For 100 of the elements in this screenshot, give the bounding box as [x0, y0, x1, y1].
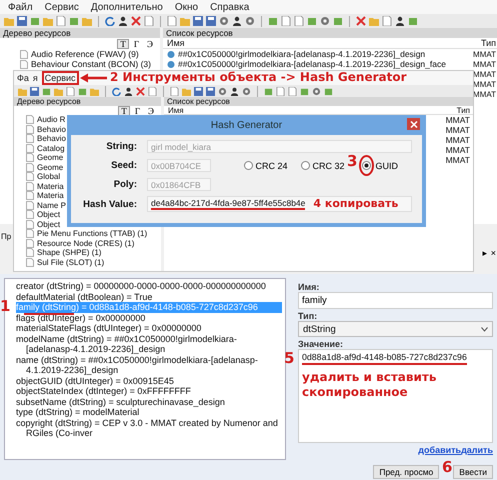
- tree-item[interactable]: Behaviour Constant (BCON) (3): [31, 59, 151, 69]
- field-label: Имя:: [298, 282, 320, 292]
- property-item[interactable]: objectStateIndex (dtInteger) = 0xFFFFFFFF: [16, 386, 282, 396]
- view-button[interactable]: Э: [145, 106, 157, 116]
- menu-item[interactable]: Сервис: [44, 73, 76, 83]
- menu-item[interactable]: Файл: [8, 2, 33, 12]
- resource-type: MMAT: [446, 125, 470, 135]
- panel-title: Список ресурсов: [163, 28, 497, 38]
- document-icon[interactable]: [144, 16, 154, 26]
- tree-item[interactable]: Behavio: [37, 134, 66, 144]
- value-field[interactable]: 0d88a1d8-af9d-4148-b085-727c8d237c96 удалить и вставить скопированное: [298, 349, 493, 443]
- document-icon[interactable]: [167, 16, 177, 26]
- button[interactable]: Ввести: [453, 465, 493, 479]
- person-icon[interactable]: [230, 86, 239, 96]
- tree-item[interactable]: Sul File (SLOT) (1): [37, 258, 104, 267]
- panel-button[interactable]: ▸: [482, 248, 488, 258]
- view-button[interactable]: Г: [132, 106, 144, 116]
- property-item[interactable]: copyright (dtString) = CEP v 3.0 - MMAT created by Numenor and RGiles (Co-inver: [16, 418, 282, 438]
- tree-item[interactable]: Audio R: [37, 115, 66, 124]
- box-icon[interactable]: [268, 16, 278, 26]
- tree-item[interactable]: Resource Node (CRES) (1): [37, 238, 134, 248]
- dialog-title: Hash Generator: [210, 120, 282, 130]
- button[interactable]: Пред. просмо: [373, 465, 440, 479]
- annotation-text: 2 Инструменты объекта -> Hash Generator: [110, 70, 407, 84]
- property-item[interactable]: type (dtString) = modelMaterial: [16, 407, 282, 418]
- box-icon[interactable]: [324, 86, 333, 96]
- view-button[interactable]: Г: [130, 38, 142, 48]
- property-item[interactable]: materialStateFlags (dtUInteger) = 0x00000000: [16, 323, 282, 334]
- close-button[interactable]: [407, 118, 420, 130]
- panel-title: Дерево ресурсов: [14, 97, 161, 106]
- tree-item[interactable]: Geome: [37, 153, 64, 162]
- box-icon[interactable]: [307, 16, 317, 26]
- cross-icon[interactable]: [136, 86, 145, 96]
- link[interactable]: далить: [461, 445, 493, 455]
- resource-type: MMAT: [446, 145, 470, 155]
- cross-icon[interactable]: [356, 16, 366, 26]
- radio-button[interactable]: GUID: [358, 155, 398, 176]
- property-item[interactable]: defaultMaterial (dtBoolean) = True: [16, 292, 282, 302]
- box-icon[interactable]: [30, 16, 40, 26]
- menu-item[interactable]: я: [32, 73, 38, 83]
- property-item[interactable]: flags (dtUInteger) = 0x00000000: [16, 312, 282, 323]
- step-number: 6: [442, 459, 452, 475]
- resource-name[interactable]: ##0x1C050000!girlmodelkiara-[adelanasp-4.1.2019-2236]_design: [178, 49, 426, 59]
- property-item[interactable]: objectGUID (dtUInteger) = 0x00915E45: [16, 376, 282, 386]
- tree-item[interactable]: Materia: [37, 182, 64, 191]
- menu-item[interactable]: Фа: [17, 73, 29, 83]
- property-item[interactable]: subsetName (dtString) = sculpturechinavase_design: [16, 396, 282, 407]
- close-icon: [410, 120, 418, 128]
- tree-item[interactable]: Shape (SHPE) (1): [37, 248, 102, 258]
- menu-item[interactable]: Сервис: [44, 2, 79, 12]
- menu-item[interactable]: Дополнительно: [90, 2, 163, 12]
- panel-title: Список ресурсов: [164, 97, 473, 106]
- annotation-text: 4 копировать: [313, 198, 398, 210]
- column-header[interactable]: Тип: [480, 38, 496, 48]
- resource-name[interactable]: ##0x1C050000!girlmodelkiara-[adelanasp-4.1.2019-2236]_design_face: [178, 59, 446, 69]
- tree-item[interactable]: Catalog: [37, 144, 65, 153]
- menu-item[interactable]: Справка: [210, 2, 250, 12]
- column-header[interactable]: Тип: [456, 106, 470, 114]
- menu-item[interactable]: Окно: [174, 2, 198, 12]
- step-number: 3: [347, 153, 358, 169]
- tree-item[interactable]: Behavio: [37, 124, 66, 134]
- tree-item[interactable]: Materia: [37, 191, 64, 200]
- person-icon[interactable]: [395, 16, 405, 26]
- column-header[interactable]: Имя: [167, 38, 185, 48]
- person-icon[interactable]: [118, 16, 128, 26]
- tree-item[interactable]: Object: [37, 220, 60, 229]
- box-icon[interactable]: [300, 86, 309, 96]
- caret-icon: [481, 326, 488, 332]
- radio-button[interactable]: CRC 32: [301, 155, 344, 176]
- cross-icon[interactable]: [131, 16, 141, 26]
- view-button[interactable]: Э: [144, 38, 156, 48]
- type-dropdown[interactable]: dtString: [298, 321, 493, 337]
- refresh-icon[interactable]: [112, 86, 121, 96]
- tree-item[interactable]: Global: [37, 172, 60, 182]
- view-button[interactable]: T: [117, 38, 129, 48]
- tree-item[interactable]: Pie Menu Functions (TTAB) (1): [37, 229, 148, 238]
- column-header[interactable]: Имя: [168, 106, 184, 114]
- radio-button[interactable]: CRC 24: [244, 155, 288, 176]
- tree-item[interactable]: Audio Reference (FWAV) (9): [31, 49, 139, 59]
- document-icon[interactable]: [56, 16, 66, 26]
- box-icon[interactable]: [69, 16, 79, 26]
- box-icon[interactable]: [78, 86, 87, 96]
- link[interactable]: добавить: [418, 445, 462, 455]
- panel-button[interactable]: ×: [490, 248, 496, 258]
- field-label: String:: [105, 141, 137, 152]
- hash-value-field[interactable]: de4a84bc-217d-4fda-9e87-5ff4e55c8b4e 4 копировать: [147, 196, 412, 212]
- panel-title: Дерево ресурсов: [0, 28, 160, 38]
- tree-item[interactable]: Name P: [37, 200, 66, 210]
- property-item[interactable]: creator (dtString) = 00000000-0000-0000-0000-000000000000: [16, 281, 282, 292]
- box-icon[interactable]: [42, 86, 51, 96]
- tree-item[interactable]: Object: [37, 210, 60, 220]
- box-icon[interactable]: [333, 16, 343, 26]
- tree-item[interactable]: Geome: [37, 162, 64, 172]
- view-button[interactable]: T: [118, 106, 130, 116]
- name-field[interactable]: family: [298, 292, 493, 309]
- person-icon[interactable]: [124, 86, 133, 96]
- refresh-icon[interactable]: [105, 16, 115, 26]
- box-icon[interactable]: [264, 86, 273, 96]
- step-number: 1: [0, 298, 10, 314]
- person-icon[interactable]: [232, 16, 242, 26]
